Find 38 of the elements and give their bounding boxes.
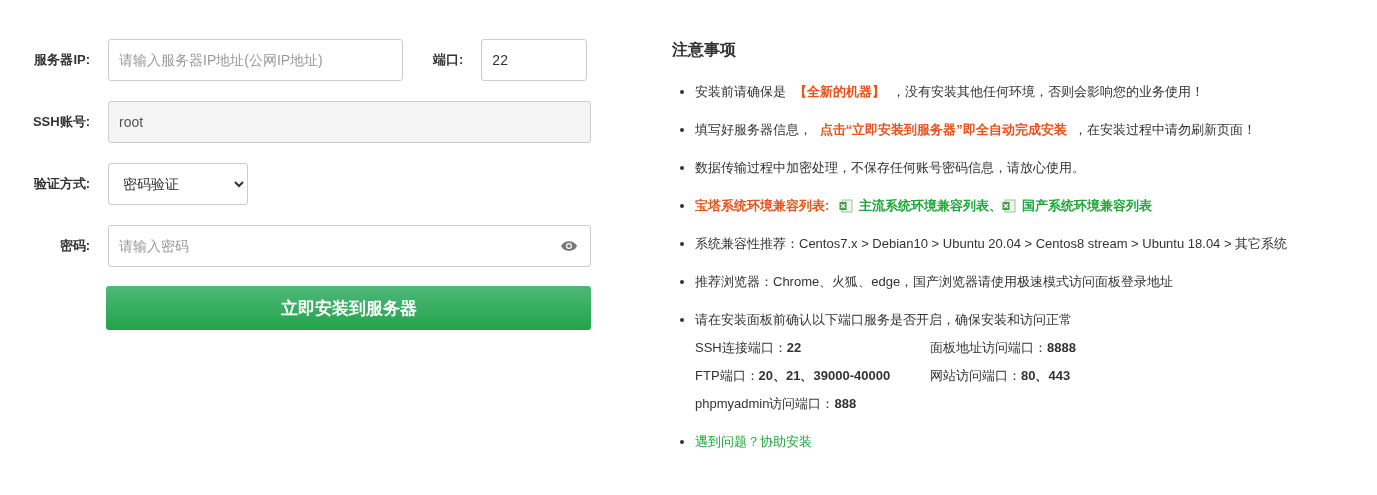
auth-method-dropdown[interactable]: 密码验证	[108, 163, 248, 205]
note-text: 系统兼容性推荐：Centos7.x > Debian10 > Ubuntu 20.04 > Centos8 stream > Ubuntu 18.04 > 其它系统	[695, 236, 1288, 251]
port-entry: 面板地址访问端口：8888	[930, 339, 1076, 357]
bullet-icon	[680, 280, 684, 284]
port-entry: FTP端口：20、21、39000-40000	[695, 367, 892, 385]
bullet-icon	[680, 128, 684, 132]
note-text: 填写好服务器信息， 点击“立即安装到服务器”即全自动完成安装 ，在安装过程中请勿刷新页面！	[695, 122, 1257, 137]
spreadsheet-icon	[1002, 199, 1017, 213]
bullet-icon	[680, 166, 684, 170]
note-text: 数据传输过程中加密处理，不保存任何账号密码信息，请放心使用。	[695, 160, 1085, 175]
field-label: 服务器IP:	[33, 51, 90, 69]
note-text: 推荐浏览器：Chrome、火狐、edge，国产浏览器请使用极速模式访问面板登录地址	[695, 274, 1174, 289]
field-label: 密码:	[58, 237, 90, 255]
bullet-icon	[680, 90, 684, 94]
password-field[interactable]: 请输入密码	[108, 225, 591, 267]
port-entry: SSH连接端口：22	[695, 339, 803, 357]
port-field[interactable]: 22	[481, 39, 588, 81]
field-label: SSH账号:	[31, 113, 90, 131]
compatibility-list-link[interactable]: 国产系统环境兼容列表	[1022, 197, 1153, 215]
field-label: 验证方式:	[32, 175, 90, 193]
note-text: 请在安装面板前确认以下端口服务是否开启，确保安装和访问正常	[695, 312, 1072, 327]
bullet-icon	[680, 318, 684, 322]
eye-icon[interactable]	[561, 241, 577, 251]
compatibility-list-link[interactable]: 主流系统环境兼容列表	[859, 197, 990, 215]
install-button[interactable]: 立即安装到服务器	[106, 286, 591, 330]
help-link[interactable]: 遇到问题？协助安装	[695, 434, 812, 449]
note-text: 宝塔系统环境兼容列表:	[695, 197, 830, 215]
separator-text: 、	[989, 197, 1003, 215]
port-entry: 网站访问端口：80、443	[930, 367, 1072, 385]
bullet-icon	[680, 242, 684, 246]
field-label: 端口:	[433, 51, 464, 69]
port-entry: phpmyadmin访问端口：888	[695, 395, 858, 413]
bullet-icon	[680, 204, 684, 208]
note-text: 安装前请确保是 【全新的机器】 ，没有安装其他任何环境，否则会影响您的业务使用！	[695, 84, 1205, 99]
bullet-icon	[680, 440, 684, 444]
server-ip-field[interactable]: 请输入服务器IP地址(公网IP地址)	[108, 39, 403, 81]
spreadsheet-icon	[839, 199, 854, 213]
notes-title: 注意事项	[672, 40, 737, 60]
